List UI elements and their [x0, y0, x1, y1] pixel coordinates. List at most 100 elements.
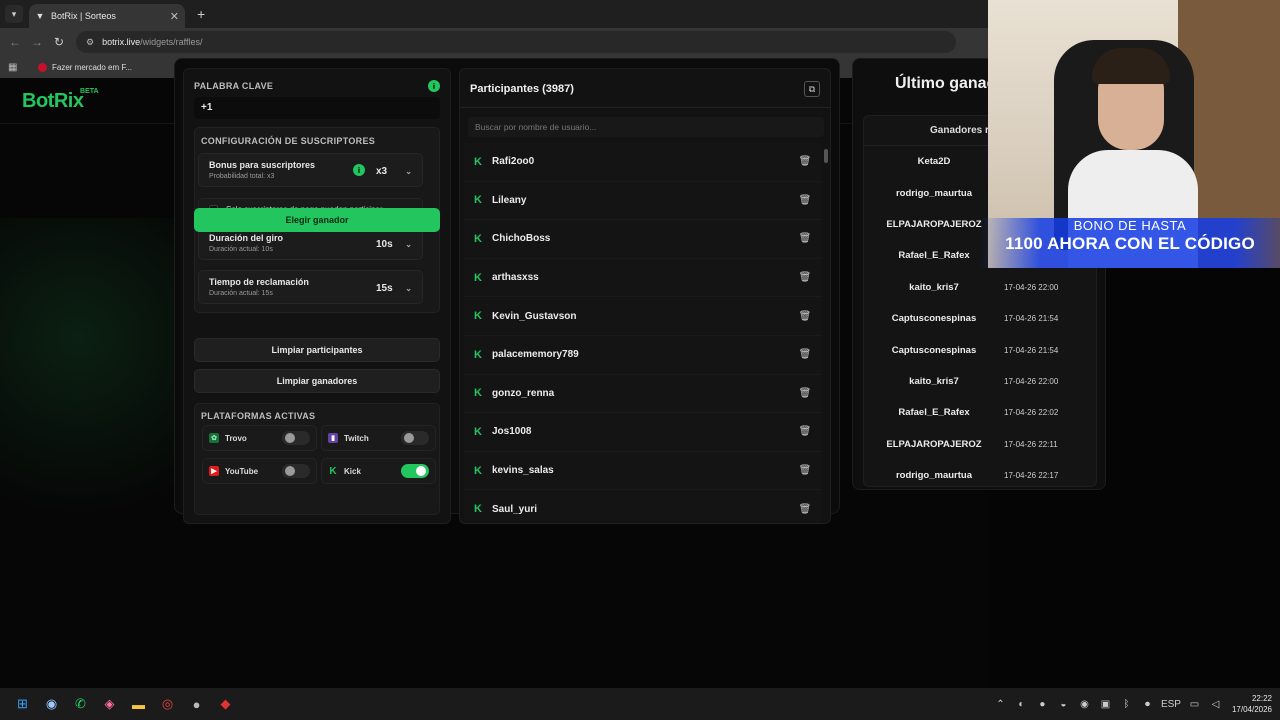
copy-icon[interactable]: ⧉ — [804, 81, 820, 97]
participants-scrollbar[interactable] — [824, 149, 828, 163]
clock-time: 22:22 — [1251, 694, 1272, 703]
winner-name: kaito_kris7 — [909, 375, 959, 387]
forward-icon[interactable]: → — [26, 35, 48, 49]
winner-name: ELPAJAROPAJEROZ — [886, 438, 982, 450]
whatsapp-icon[interactable]: ✆ — [66, 692, 95, 716]
tray-app-icon[interactable]: ◒ — [1053, 699, 1074, 710]
bookmark-item[interactable]: Fazer mercado em F... — [38, 62, 133, 72]
url-field[interactable]: ⚙ botrix.live/widgets/raffles/ — [76, 31, 956, 53]
claim-time-row: Tiempo de reclamación Duración actual: 1… — [198, 270, 423, 304]
steam-icon[interactable]: ◉ — [37, 692, 66, 716]
steam-tray-icon[interactable]: ◉ — [1074, 699, 1095, 710]
bonus-select-value: x3 — [376, 165, 388, 177]
chrome-icon[interactable]: ◎ — [153, 692, 182, 716]
apps-grid-icon[interactable]: ▦ — [8, 62, 20, 73]
platforms-title: PLATAFORMAS ACTIVAS — [201, 411, 316, 421]
participant-row: Kpalacememory789 🗑 — [464, 335, 822, 375]
participant-row: Kkevins_salas 🗑 — [464, 451, 822, 491]
participant-name: gonzo_renna — [492, 387, 555, 399]
volume-icon[interactable]: ◁ — [1205, 699, 1226, 710]
delete-icon[interactable]: 🗑 — [798, 155, 812, 169]
tray-app-icon[interactable]: ◐ — [1011, 699, 1032, 710]
participant-row: Kgonzo_renna 🗑 — [464, 374, 822, 414]
keyword-input[interactable]: +1 — [194, 97, 440, 119]
participant-row: K Lileany 🗑 — [464, 181, 822, 221]
delete-icon[interactable]: 🗑 — [798, 232, 812, 246]
browser-tab[interactable]: ▼ BotRix | Sorteos ✕ — [29, 4, 185, 28]
winner-time: 17-04-26 22:00 — [1004, 282, 1059, 292]
claim-subtitle: Duración actual: 15s — [209, 290, 273, 297]
tab-list-button[interactable]: ▾ — [5, 5, 23, 23]
app-icon[interactable]: ◆ — [211, 692, 240, 716]
network-icon[interactable]: ▭ — [1184, 699, 1205, 710]
delete-icon[interactable]: 🗑 — [798, 271, 812, 285]
clear-participants-button[interactable]: Limpiar participantes — [194, 338, 440, 362]
botrix-logo[interactable]: BotRix — [22, 90, 84, 113]
participant-search-input[interactable]: Buscar por nombre de usuario... — [468, 117, 824, 137]
bookmark-favicon-icon — [38, 62, 47, 72]
tray-app-icon[interactable]: ▣ — [1095, 699, 1116, 710]
spin-subtitle: Duración actual: 10s — [209, 246, 273, 253]
delete-icon[interactable]: 🗑 — [798, 309, 812, 323]
kick-icon: K — [474, 232, 482, 245]
winner-row: kaito_kris7 17-04-26 22:00 — [864, 272, 1096, 303]
platform-youtube: ▶ YouTube — [202, 458, 317, 484]
discord-icon[interactable]: ◈ — [95, 692, 124, 716]
chevron-up-icon[interactable]: ⌃ — [990, 699, 1011, 710]
clear-winners-button[interactable]: Limpiar ganadores — [194, 369, 440, 393]
twitch-toggle[interactable] — [401, 431, 429, 445]
chevron-down-icon: ⌄ — [405, 283, 412, 293]
delete-icon[interactable]: 🗑 — [798, 502, 812, 516]
kick-icon: K — [474, 194, 482, 207]
back-icon[interactable]: ← — [4, 35, 26, 49]
participant-row: K Jos1008 🗑 — [464, 413, 822, 452]
platform-kick: K Kick — [321, 458, 436, 484]
tab-title: BotRix | Sorteos — [51, 11, 116, 21]
windows-taskbar: ⊞ ◉ ✆ ◈ ▬ ◎ ● ◆ ⌃ ◐ ● ◒ ◉ ▣ ᛒ ⏺ ESP ▭ ◁ … — [0, 688, 1280, 720]
bonus-info-icon[interactable]: i — [353, 164, 365, 176]
participant-row: K ChichoBoss 🗑 — [464, 220, 822, 259]
reload-icon[interactable]: ↻ — [48, 35, 70, 49]
participant-name: ChichoBoss — [492, 233, 551, 245]
close-tab-icon[interactable]: ✕ — [170, 10, 179, 23]
winner-name: Keta2D — [917, 156, 951, 168]
winner-time: 17-04-26 22:00 — [1004, 376, 1059, 386]
delete-icon[interactable]: 🗑 — [798, 464, 812, 478]
delete-icon[interactable]: 🗑 — [798, 348, 812, 362]
bookmark-label: Fazer mercado em F... — [52, 62, 133, 72]
delete-icon[interactable]: 🗑 — [798, 425, 812, 439]
participant-row: K Rafi2oo0 🗑 — [464, 143, 822, 182]
obs-icon[interactable]: ● — [182, 692, 211, 716]
pick-winner-button[interactable]: Elegir ganador — [194, 208, 440, 232]
delete-icon[interactable]: 🗑 — [798, 193, 812, 207]
language-indicator[interactable]: ESP — [1158, 699, 1184, 710]
trovo-toggle[interactable] — [282, 431, 310, 445]
bonus-subtitle: Probabilidad total: x3 — [209, 173, 275, 180]
divider — [460, 107, 830, 108]
file-explorer-icon[interactable]: ▬ — [124, 692, 153, 716]
claim-title: Tiempo de reclamación — [209, 277, 309, 287]
winner-row: Rafael_E_Rafex 17-04-26 22:02 — [864, 397, 1096, 428]
tray-app-icon[interactable]: ● — [1032, 699, 1053, 710]
bonus-title: Bonus para suscriptores — [209, 160, 316, 170]
last-winner-title: Último ganad — [895, 75, 997, 92]
info-icon[interactable]: i — [428, 80, 440, 92]
spin-duration-select[interactable]: 10s ⌄ — [372, 235, 416, 253]
windows-start-icon[interactable]: ⊞ — [8, 692, 37, 716]
clock[interactable]: 22:22 17/04/2026 — [1232, 693, 1272, 715]
claim-select-value: 15s — [376, 282, 393, 294]
participant-name: kevins_salas — [492, 465, 554, 477]
youtube-toggle[interactable] — [282, 464, 310, 478]
kick-toggle[interactable] — [401, 464, 429, 478]
site-info-icon[interactable]: ⚙ — [86, 37, 94, 48]
claim-time-select[interactable]: 15s ⌄ — [372, 279, 416, 297]
new-tab-button[interactable]: + — [197, 6, 205, 22]
bluetooth-icon[interactable]: ᛒ — [1116, 699, 1137, 710]
microphone-icon[interactable]: ⏺ — [1137, 699, 1158, 710]
kick-icon: K — [474, 310, 482, 323]
bonus-select[interactable]: x3 ⌄ — [372, 162, 416, 180]
winner-name: rodrigo_maurtua — [895, 470, 972, 482]
delete-icon[interactable]: 🗑 — [798, 386, 812, 400]
platform-label: YouTube — [225, 466, 259, 476]
trovo-icon: ✿ — [209, 433, 219, 443]
